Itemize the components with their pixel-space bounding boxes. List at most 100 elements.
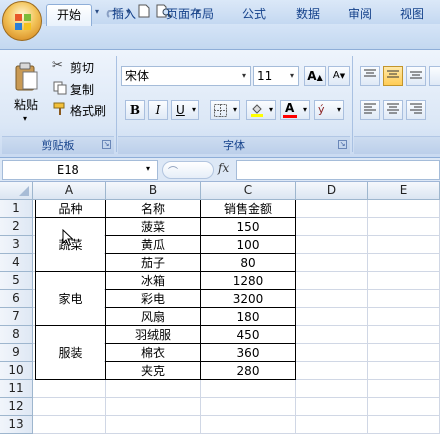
item-name-cell[interactable]: 彩电 [106, 290, 200, 308]
column-header-e[interactable]: E [368, 182, 440, 200]
select-all-icon [19, 186, 29, 196]
item-name-cell[interactable]: 棉衣 [106, 344, 200, 362]
align-left-button[interactable] [360, 100, 380, 120]
row-header[interactable]: 12 [0, 398, 33, 416]
row-header[interactable]: 2 [0, 218, 33, 236]
mouse-pointer-icon [62, 229, 74, 247]
font-launcher-icon[interactable]: ↘ [338, 140, 347, 149]
align-bottom-icon [410, 71, 422, 79]
align-top-button[interactable] [360, 66, 380, 86]
tab-formulas[interactable]: 公式 [234, 4, 274, 26]
fill-color-button[interactable]: ▾ [246, 100, 276, 120]
chevron-down-icon: ▾ [241, 71, 246, 80]
row-header[interactable]: 6 [0, 290, 33, 308]
grow-font-button[interactable]: A▲ [304, 66, 326, 86]
phonetic-guide-button[interactable]: ý ▾ [314, 100, 344, 120]
row-header[interactable]: 3 [0, 236, 33, 254]
font-color-button[interactable]: A ▾ [280, 100, 310, 120]
office-button[interactable] [2, 1, 42, 41]
tab-data[interactable]: 数据 [288, 4, 328, 26]
chevron-down-icon: ▾ [191, 105, 196, 114]
orientation-button[interactable] [429, 66, 440, 86]
paste-dropdown-icon: ▾ [23, 114, 28, 123]
insert-function-icon[interactable]: fx [218, 161, 229, 175]
align-bottom-button[interactable] [406, 66, 426, 86]
cell-b1[interactable]: 名称 [106, 200, 200, 218]
copy-icon [53, 81, 67, 95]
item-name-cell[interactable]: 菠菜 [106, 218, 200, 236]
align-center-icon [387, 103, 399, 114]
cell-a1[interactable]: 品种 [36, 200, 105, 218]
column-header-a[interactable]: A [33, 182, 106, 200]
chevron-down-icon: ▾ [302, 105, 307, 114]
tab-home[interactable]: 开始 [46, 4, 92, 26]
row-header[interactable]: 10 [0, 362, 33, 380]
fill-bucket-icon [251, 104, 263, 117]
font-name-combo[interactable]: 宋体 ▾ [121, 66, 251, 86]
font-group-label: 字体 [118, 136, 350, 154]
category-cell[interactable]: 家电 [36, 290, 105, 308]
column-header-d[interactable]: D [296, 182, 368, 200]
amount-cell[interactable]: 360 [201, 344, 295, 362]
formula-bar-expand[interactable]: ⌒ [162, 161, 214, 179]
bold-icon: B [129, 103, 141, 117]
column-header-b[interactable]: B [106, 182, 201, 200]
chevron-down-icon: ▾ [336, 105, 341, 114]
item-name-cell[interactable]: 冰箱 [106, 272, 200, 290]
tab-page-layout[interactable]: 页面布局 [160, 4, 220, 26]
row-header[interactable]: 4 [0, 254, 33, 272]
gridline [33, 415, 440, 416]
amount-cell[interactable]: 80 [201, 254, 295, 272]
chevron-down-icon[interactable]: ▾ [146, 164, 150, 173]
amount-cell[interactable]: 1280 [201, 272, 295, 290]
tab-review[interactable]: 审阅 [340, 4, 380, 26]
font-size-combo[interactable]: 11 ▾ [253, 66, 299, 86]
row-header[interactable]: 11 [0, 380, 33, 398]
amount-cell[interactable]: 150 [201, 218, 295, 236]
item-name-cell[interactable]: 风扇 [106, 308, 200, 326]
category-cell[interactable]: 服装 [36, 344, 105, 362]
chevron-down-icon: ▾ [289, 71, 294, 80]
group-divider [352, 56, 353, 152]
align-right-button[interactable] [406, 100, 426, 120]
italic-button[interactable]: I [148, 100, 168, 120]
borders-button[interactable]: ▾ [210, 100, 240, 120]
shrink-font-button[interactable]: A▼ [328, 66, 350, 86]
column-header-c[interactable]: C [201, 182, 296, 200]
paste-button[interactable]: 粘贴 ▾ [10, 60, 40, 130]
item-name-cell[interactable]: 茄子 [106, 254, 200, 272]
amount-cell[interactable]: 450 [201, 326, 295, 344]
gridline [33, 397, 440, 398]
formula-input[interactable] [236, 160, 440, 180]
bold-button[interactable]: B [125, 100, 145, 120]
align-center-button[interactable] [383, 100, 403, 120]
row-header[interactable]: 8 [0, 326, 33, 344]
cell-c1[interactable]: 销售金额 [201, 200, 295, 218]
grow-font-icon: A [307, 69, 317, 83]
name-box[interactable]: E18 [2, 160, 158, 180]
row-header[interactable]: 5 [0, 272, 33, 290]
expand-arrow-icon: ⌒ [168, 167, 178, 178]
amount-cell[interactable]: 100 [201, 236, 295, 254]
font-name-value: 宋体 [125, 69, 150, 83]
clipboard-group-label: 剪贴板 [2, 136, 114, 154]
amount-cell[interactable]: 3200 [201, 290, 295, 308]
clipboard-launcher-icon[interactable]: ↘ [102, 140, 111, 149]
paste-label: 粘贴 [14, 98, 39, 112]
row-header[interactable]: 7 [0, 308, 33, 326]
amount-cell[interactable]: 180 [201, 308, 295, 326]
tab-view[interactable]: 视图 [392, 4, 432, 26]
tab-insert[interactable]: 插入 [104, 4, 144, 26]
row-header[interactable]: 13 [0, 416, 33, 434]
scissors-icon: ✂ [52, 58, 63, 73]
group-divider [116, 56, 117, 152]
format-painter-label: 格式刷 [70, 104, 107, 118]
align-middle-button[interactable] [383, 66, 403, 86]
item-name-cell[interactable]: 夹克 [106, 362, 200, 380]
item-name-cell[interactable]: 黄瓜 [106, 236, 200, 254]
underline-button[interactable]: U ▾ [171, 100, 199, 120]
row-header[interactable]: 9 [0, 344, 33, 362]
item-name-cell[interactable]: 羽绒服 [106, 326, 200, 344]
amount-cell[interactable]: 280 [201, 362, 295, 380]
row-header[interactable]: 1 [0, 200, 33, 218]
